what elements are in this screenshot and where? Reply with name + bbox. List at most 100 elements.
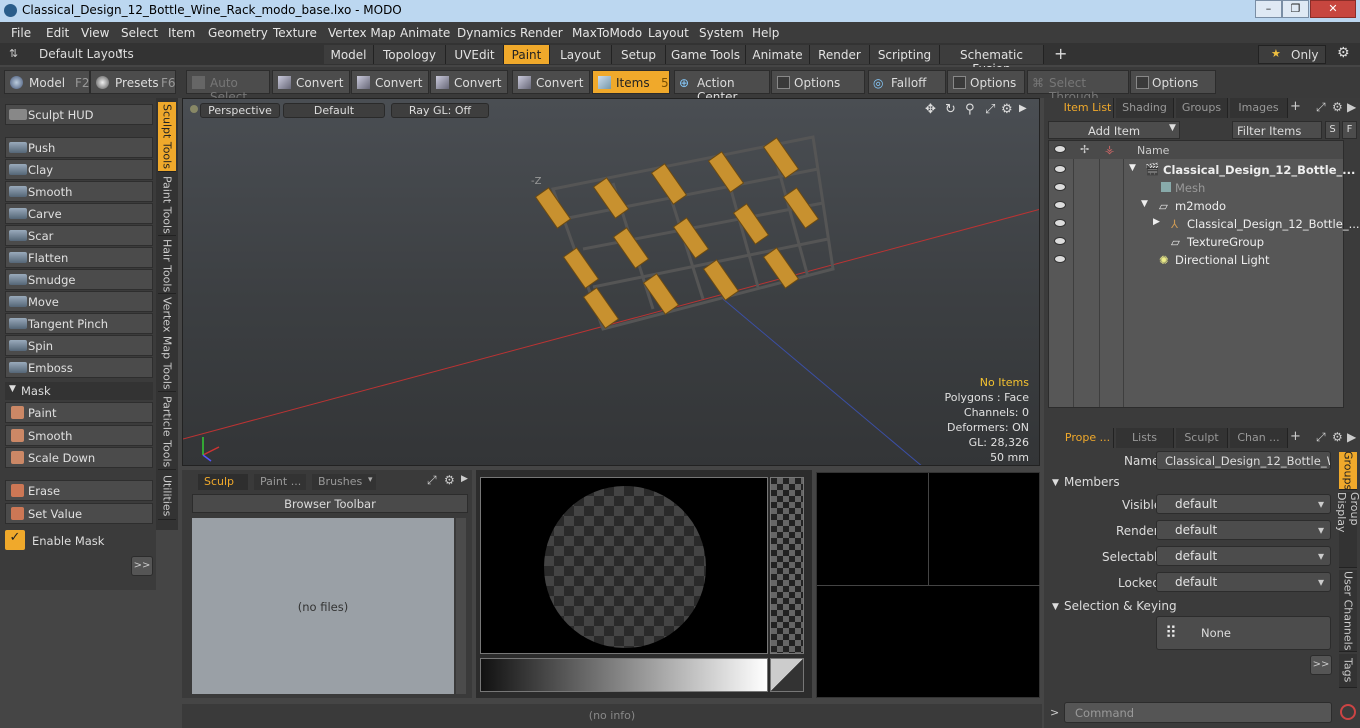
add-item-button[interactable]: Add Item — [1048, 121, 1180, 139]
visibility-eye-icon[interactable] — [1054, 165, 1066, 173]
raygl-toggle[interactable]: Ray GL: Off — [391, 103, 489, 118]
visibility-eye-icon[interactable] — [1054, 219, 1066, 227]
tab-setup[interactable]: Setup — [612, 45, 666, 64]
properties-more-icon[interactable]: ▶ — [1347, 430, 1356, 444]
vtab-vertex-map-tools[interactable]: Vertex Map Tools — [158, 296, 176, 392]
tab-game-tools[interactable]: Game Tools — [666, 45, 746, 64]
tool-smooth[interactable]: Smooth — [5, 181, 153, 202]
tab-scripting[interactable]: Scripting — [870, 45, 940, 64]
action-center-button[interactable]: ⊕ Action Center — [674, 70, 770, 104]
filter-s-toggle[interactable]: S — [1325, 121, 1340, 139]
tab-sculpt[interactable]: Sculpt — [1176, 428, 1228, 448]
chevron-down-icon[interactable]: ▼ — [1169, 123, 1176, 133]
image-viewer-pane[interactable] — [816, 472, 1041, 698]
convert-polygons-button[interactable]: Convert — [430, 70, 508, 94]
expand-icon[interactable]: ⤢ — [427, 473, 437, 488]
chevron-down-icon[interactable]: ▾ — [118, 47, 123, 57]
falloff-button[interactable]: ◎ Falloff — [868, 70, 946, 94]
tab-channels[interactable]: Chan ... — [1230, 428, 1288, 448]
mask-section-header[interactable]: ▼ Mask — [5, 382, 153, 400]
render-dropdown[interactable]: default — [1156, 520, 1331, 540]
convert-materials-button[interactable]: Convert — [512, 70, 590, 94]
model-button[interactable]: Model F2 — [4, 70, 90, 94]
tree-row-texturegroup[interactable]: ▱ TextureGroup — [1049, 233, 1343, 251]
itemlist-more-icon[interactable]: ▶ — [1347, 100, 1356, 114]
browser-more-icon[interactable]: ▶ — [461, 474, 468, 484]
vtab-hair-tools[interactable]: Hair Tools — [158, 238, 176, 294]
maximize-view-icon[interactable]: ⤢ — [985, 102, 995, 117]
chevron-down-icon[interactable]: ▼ — [1129, 163, 1136, 173]
command-input[interactable]: Command — [1064, 702, 1332, 723]
tool-scar[interactable]: Scar — [5, 225, 153, 246]
menu-help[interactable]: Help — [752, 26, 779, 40]
tab-groups[interactable]: Groups — [1176, 98, 1228, 118]
tool-move[interactable]: Move — [5, 291, 153, 312]
browser-gear-icon[interactable]: ⚙ — [444, 473, 455, 487]
vtab-utilities[interactable]: Utilities — [158, 472, 176, 520]
zoom-view-icon[interactable]: ⚲ — [965, 102, 975, 117]
move-view-icon[interactable]: ✥ — [925, 102, 936, 117]
visible-dropdown[interactable]: default — [1156, 494, 1331, 514]
expand-more-button[interactable]: >> — [1310, 655, 1332, 675]
tab-lists[interactable]: Lists — [1116, 428, 1174, 448]
brush-preview-canvas[interactable] — [480, 477, 768, 654]
tab-item-list[interactable]: Item List — [1062, 98, 1114, 118]
layout-arrows-icon[interactable]: ⇅ — [9, 47, 18, 60]
expand-more-button[interactable]: >> — [131, 556, 153, 576]
selectable-dropdown[interactable]: default — [1156, 546, 1331, 566]
tool-push[interactable]: Push — [5, 137, 153, 158]
menu-animate[interactable]: Animate — [400, 26, 450, 40]
locked-dropdown[interactable]: default — [1156, 572, 1331, 592]
shading-default-dropdown[interactable]: Default — [283, 103, 385, 118]
tree-row-mesh[interactable]: Mesh — [1049, 179, 1343, 197]
enable-mask-checkbox[interactable]: ✓ — [5, 530, 25, 550]
expand-icon[interactable]: ⤢ — [1316, 430, 1326, 445]
items-mode-button[interactable]: Items 5 — [592, 70, 670, 94]
tree-row-scene[interactable]: ▼ 🎬 Classical_Design_12_Bottle_... — [1049, 161, 1355, 179]
brush-alpha-strip[interactable] — [770, 477, 804, 654]
menu-geometry[interactable]: Geometry — [208, 26, 268, 40]
presets-button[interactable]: Presets F6 — [90, 70, 176, 94]
tool-emboss[interactable]: Emboss — [5, 357, 153, 378]
vtab-groups[interactable]: Groups — [1339, 451, 1357, 490]
vtab-group-display[interactable]: Group Display — [1335, 492, 1360, 568]
itemlist-gear-icon[interactable]: ⚙ — [1332, 100, 1343, 114]
falloff-options-button[interactable]: Options — [947, 70, 1025, 94]
rotate-view-icon[interactable]: ↻ — [945, 102, 956, 117]
chevron-down-icon[interactable]: ▼ — [1141, 199, 1148, 209]
chevron-right-icon[interactable]: ▶ — [1153, 217, 1160, 227]
tab-topology[interactable]: Topology — [374, 45, 446, 64]
filter-f-toggle[interactable]: F — [1342, 121, 1357, 139]
tab-shading[interactable]: Shading — [1116, 98, 1174, 118]
menu-select[interactable]: Select — [121, 26, 158, 40]
viewport-more-icon[interactable]: ▶ — [1019, 103, 1027, 114]
menu-texture[interactable]: Texture — [273, 26, 317, 40]
menu-file[interactable]: File — [11, 26, 31, 40]
keying-none-button[interactable]: ⠿ None — [1156, 616, 1331, 650]
menu-view[interactable]: View — [81, 26, 109, 40]
tool-carve[interactable]: Carve — [5, 203, 153, 224]
convert-vertices-button[interactable]: Convert — [272, 70, 350, 94]
browser-file-list[interactable]: (no files) — [192, 518, 454, 694]
minimize-button[interactable]: – — [1255, 0, 1282, 18]
vtab-tags[interactable]: Tags — [1339, 654, 1357, 688]
select-through-options-button[interactable]: Options — [1130, 70, 1216, 94]
visibility-eye-icon[interactable] — [1054, 255, 1066, 263]
tool-tangent-pinch[interactable]: Tangent Pinch — [5, 313, 153, 334]
vtab-paint-tools[interactable]: Paint Tools — [158, 174, 176, 236]
gear-icon[interactable]: ⚙ — [1337, 45, 1350, 61]
auto-select-button[interactable]: Auto Select — [186, 70, 270, 104]
visibility-eye-icon[interactable] — [1054, 183, 1066, 191]
mask-set-value[interactable]: Set Value — [5, 503, 153, 524]
add-tab-icon[interactable]: + — [1290, 429, 1301, 444]
action-center-options-button[interactable]: Options — [771, 70, 865, 94]
tab-render[interactable]: Render — [810, 45, 870, 64]
tab-sculpt-presets[interactable]: Sculp ... — [198, 474, 248, 501]
name-input[interactable]: Classical_Design_12_Bottle_Wine_ — [1156, 451, 1331, 470]
visibility-eye-icon[interactable] — [1054, 201, 1066, 209]
mask-smooth[interactable]: Smooth — [5, 425, 153, 446]
menu-maxtomodo[interactable]: MaxToModo — [572, 26, 642, 40]
menu-item[interactable]: Item — [168, 26, 195, 40]
filter-items-input[interactable]: Filter Items — [1232, 121, 1322, 139]
visibility-eye-icon[interactable] — [1054, 237, 1066, 245]
